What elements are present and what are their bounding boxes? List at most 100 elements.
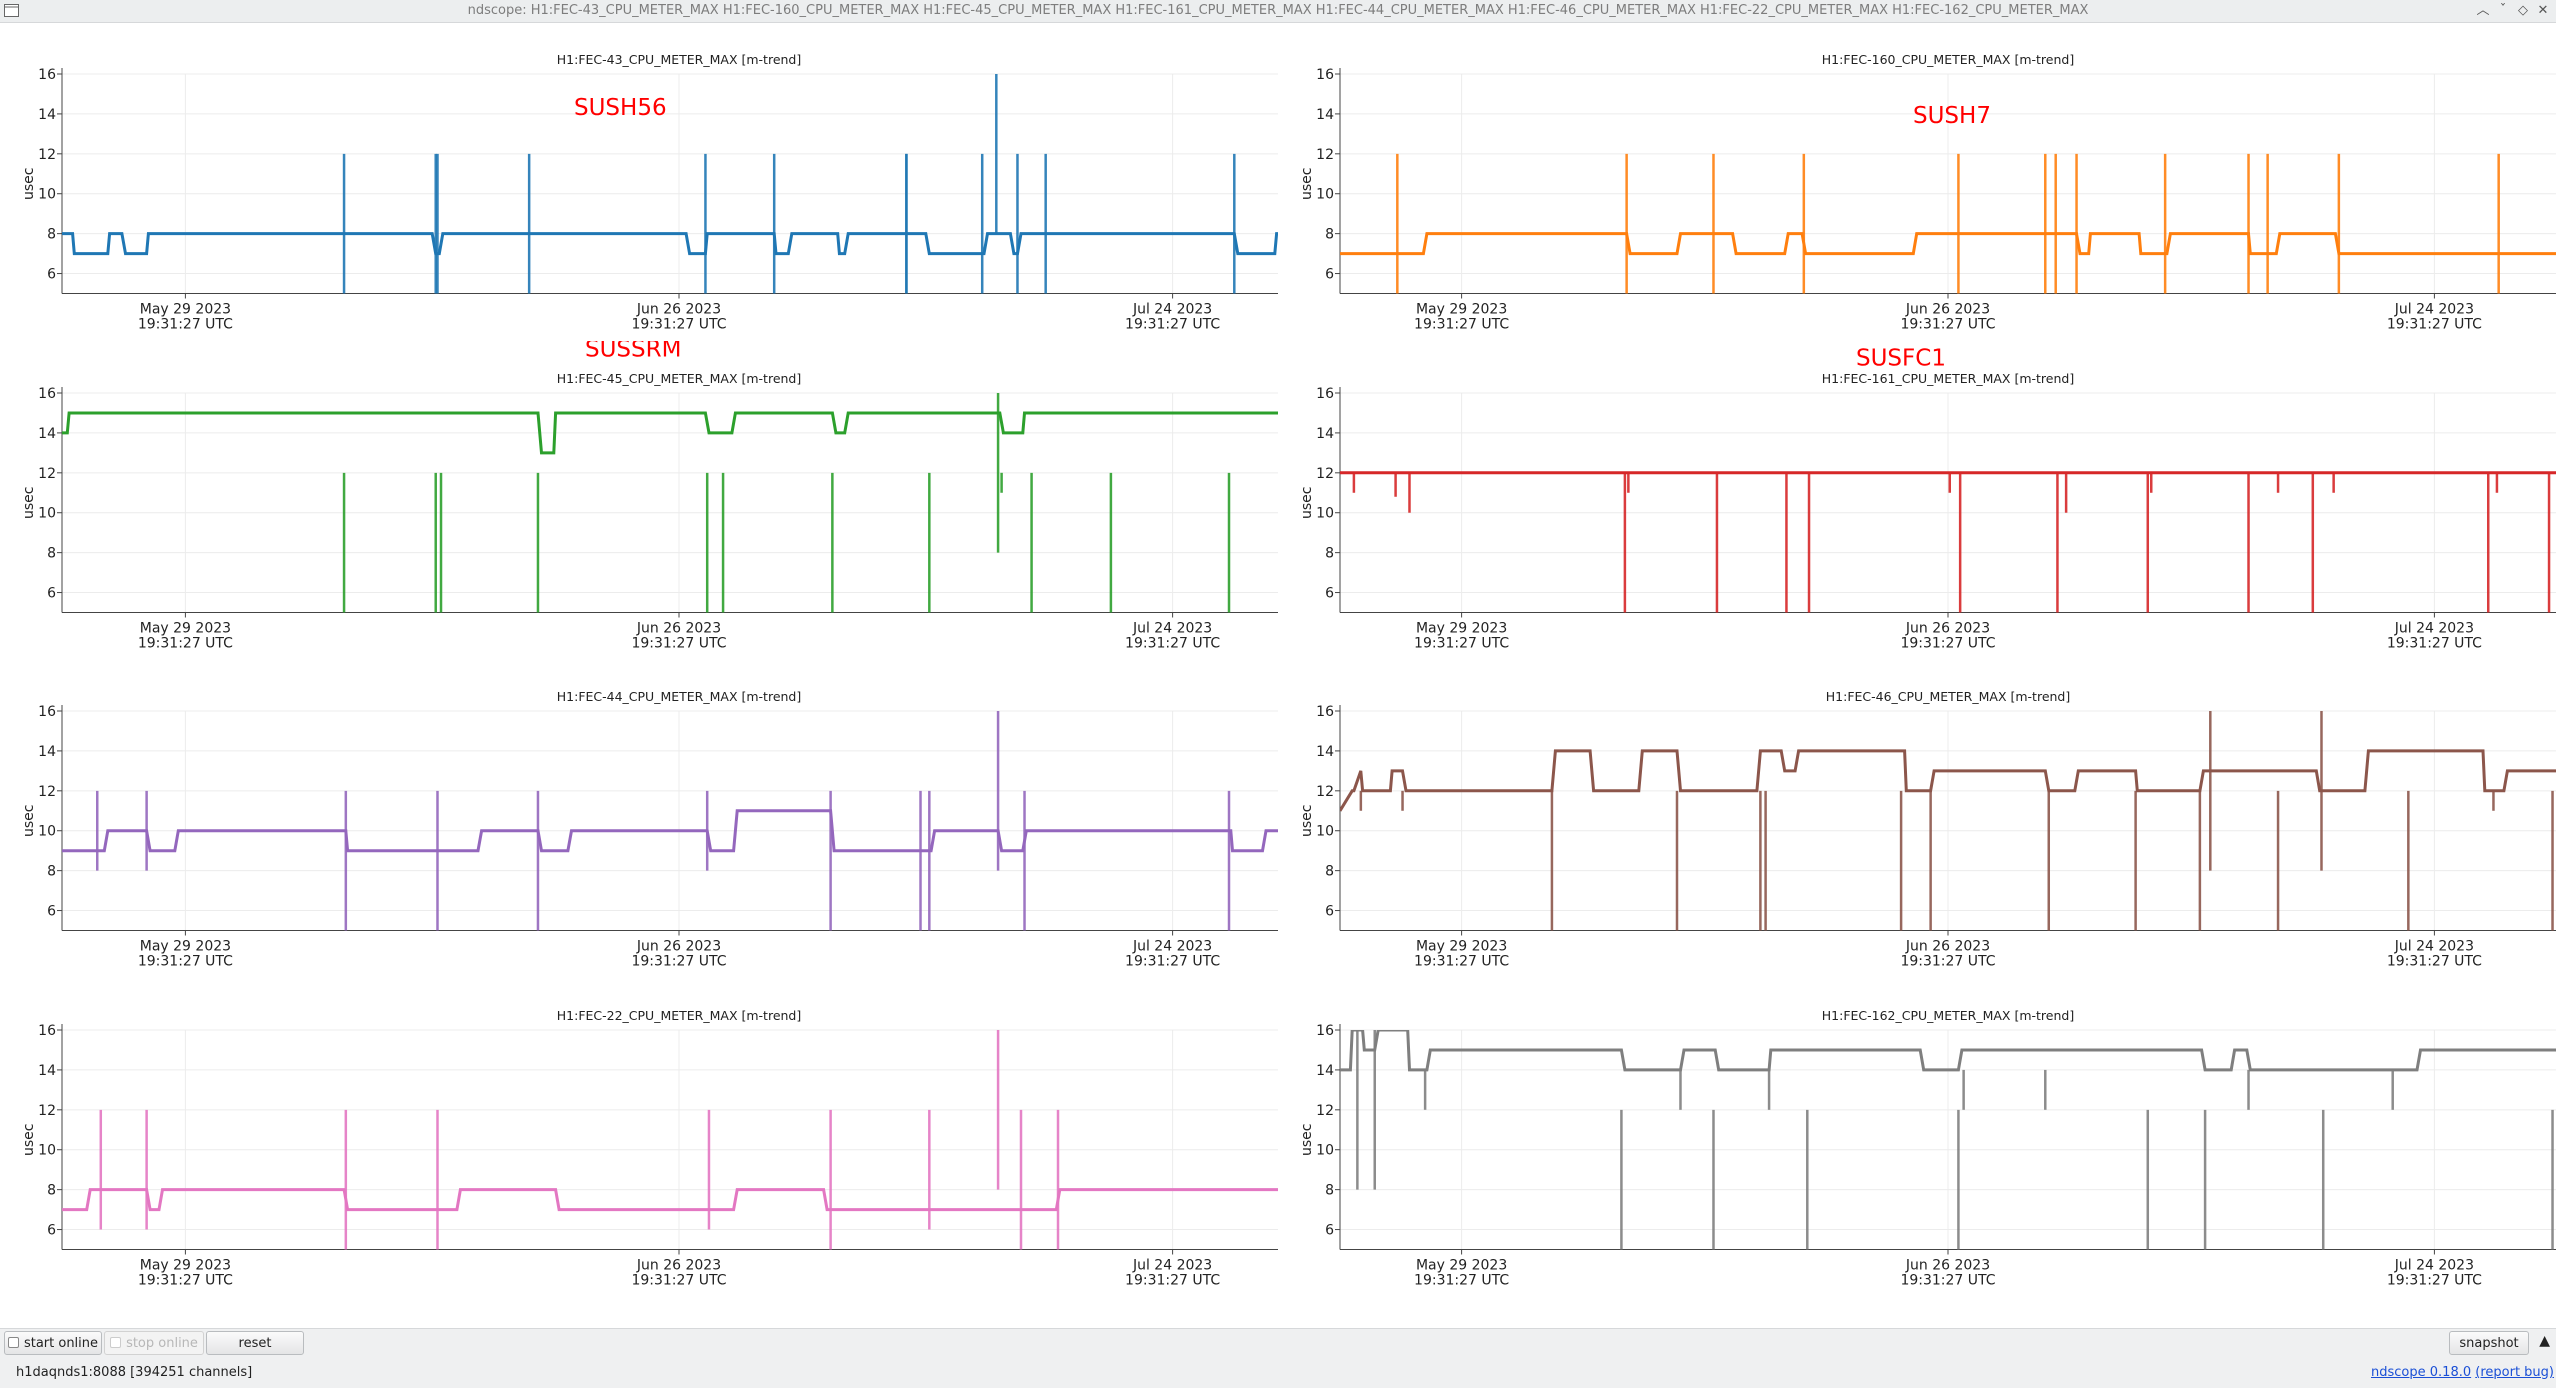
start-icon (7, 1337, 19, 1348)
reset-label: reset (238, 1336, 272, 1351)
y-tick-label: 16 (1316, 1023, 1334, 1039)
y-tick-label: 10 (38, 187, 56, 203)
x-tick-label: May 29 2023 (1416, 939, 1507, 955)
y-tick-label: 14 (1316, 1062, 1334, 1078)
x-tick-label: Jul 24 2023 (1132, 939, 1212, 955)
y-tick-label: 6 (47, 904, 56, 920)
plot-title: H1:FEC-44_CPU_METER_MAX [m-trend] (557, 689, 802, 704)
y-tick-label: 14 (38, 1062, 56, 1078)
y-tick-label: 12 (38, 1102, 56, 1118)
y-tick-label: 16 (1316, 386, 1334, 402)
plot-title: H1:FEC-161_CPU_METER_MAX [m-trend] (1822, 371, 2074, 386)
y-tick-label: 14 (38, 425, 56, 441)
x-tick-label: Jun 26 2023 (636, 939, 721, 955)
y-tick-label: 16 (1316, 704, 1334, 720)
close-icon[interactable]: ✕ (2534, 2, 2552, 20)
y-tick-label: 14 (38, 744, 56, 760)
series-group (62, 74, 1278, 294)
plot-5: H1:FEC-44_CPU_METER_MAX [m-trend] 6 8 10 12 1… (21, 689, 1278, 970)
y-tick-label: 12 (1316, 784, 1334, 800)
stop-online-label: stop online (126, 1336, 198, 1351)
y-axis-label: usec (1299, 1123, 1315, 1155)
plot-8: H1:FEC-162_CPU_METER_MAX [m-trend] 6 8 10 12… (1299, 1008, 2556, 1288)
series-annotation: SUSH7 (1913, 103, 1991, 129)
y-tick-label: 8 (1325, 545, 1334, 561)
x-tick-label: Jun 26 2023 (1905, 939, 1990, 955)
collapse-arrow-icon[interactable]: ▲ (2539, 1333, 2550, 1349)
snapshot-button[interactable]: snapshot (2449, 1331, 2529, 1355)
start-online-button[interactable]: start online (4, 1331, 102, 1355)
y-tick-label: 6 (1325, 904, 1334, 920)
y-tick-label: 8 (1325, 227, 1334, 243)
x-tick-label: Jul 24 2023 (2394, 939, 2474, 955)
y-axis-label: usec (1299, 486, 1315, 518)
chevron-up-icon[interactable]: ︿ (2474, 2, 2492, 20)
control-bar (0, 1328, 2556, 1388)
y-tick-label: 12 (38, 784, 56, 800)
y-tick-label: 10 (1316, 1142, 1334, 1158)
plot-title: H1:FEC-162_CPU_METER_MAX [m-trend] (1822, 1008, 2074, 1023)
plot-title: H1:FEC-160_CPU_METER_MAX [m-trend] (1822, 52, 2074, 67)
window-titlebar: ndscope: H1:FEC-43_CPU_METER_MAX H1:FEC-… (0, 0, 2556, 23)
x-tick-label: May 29 2023 (1416, 302, 1507, 318)
y-tick-label: 8 (47, 864, 56, 880)
y-tick-label: 16 (38, 67, 56, 83)
y-tick-label: 8 (47, 545, 56, 561)
reset-button[interactable]: reset (206, 1331, 304, 1355)
y-tick-label: 14 (1316, 425, 1334, 441)
plot-title: H1:FEC-43_CPU_METER_MAX [m-trend] (557, 52, 802, 67)
x-tick-label: Jul 24 2023 (2394, 1257, 2474, 1273)
series-group (62, 1029, 1278, 1249)
x-tick-label: Jun 26 2023 (1905, 620, 1990, 636)
snapshot-label: snapshot (2459, 1336, 2519, 1351)
x-tick-label: May 29 2023 (140, 1257, 231, 1273)
x-tick-label: Jun 26 2023 (636, 1257, 721, 1273)
y-tick-label: 6 (47, 1222, 56, 1238)
x-tick-label: May 29 2023 (1416, 620, 1507, 636)
y-tick-label: 10 (1316, 824, 1334, 840)
x-tick-label: May 29 2023 (140, 302, 231, 318)
y-tick-label: 16 (38, 386, 56, 402)
x-tick-label: May 29 2023 (140, 620, 231, 636)
y-tick-label: 8 (47, 227, 56, 243)
x-tick-label: Jul 24 2023 (2394, 620, 2474, 636)
plot-2: H1:FEC-160_CPU_METER_MAX [m-trend] 6 8 10 12… (1299, 52, 2556, 333)
x-tick-label: Jun 26 2023 (636, 620, 721, 636)
stop-icon (110, 1337, 122, 1348)
series-line (62, 232, 1278, 256)
stop-online-button: stop online (104, 1331, 204, 1355)
plot-title: H1:FEC-46_CPU_METER_MAX [m-trend] (1826, 689, 2071, 704)
y-tick-label: 14 (1316, 744, 1334, 760)
plot-1: H1:FEC-43_CPU_METER_MAX [m-trend] 6 8 10 12 1… (21, 52, 1278, 333)
plot-title: H1:FEC-45_CPU_METER_MAX [m-trend] (557, 371, 802, 386)
y-axis-label: usec (21, 486, 37, 518)
series-annotation: SUSFC1 (1856, 345, 1946, 371)
series-group (62, 711, 1278, 931)
maximize-icon[interactable]: ◇ (2514, 2, 2532, 20)
x-tick-label: Jun 26 2023 (636, 302, 721, 318)
series-annotation: SUSH56 (574, 95, 667, 121)
y-tick-label: 6 (1325, 1222, 1334, 1238)
y-tick-label: 14 (1316, 107, 1334, 123)
y-tick-label: 8 (47, 1182, 56, 1198)
y-tick-label: 6 (47, 585, 56, 601)
y-tick-label: 12 (1316, 1102, 1334, 1118)
report-bug-link[interactable]: (report bug) (2475, 1365, 2554, 1380)
version-info: ndscope 0.18.0 (report bug) (2371, 1365, 2554, 1380)
x-tick-label: May 29 2023 (1416, 1257, 1507, 1273)
y-tick-label: 10 (38, 824, 56, 840)
x-tick-label: Jun 26 2023 (1905, 1257, 1990, 1273)
plot-6: H1:FEC-46_CPU_METER_MAX [m-trend] 6 8 10 12 1… (1299, 689, 2556, 970)
x-tick-label: Jul 24 2023 (2394, 302, 2474, 318)
plot-7: H1:FEC-22_CPU_METER_MAX [m-trend] 6 8 10 12 1… (21, 1008, 1278, 1288)
x-tick-label: Jul 24 2023 (1132, 620, 1212, 636)
plot-3: H1:FEC-45_CPU_METER_MAX [m-trend] 6 8 10 12 1… (21, 341, 1278, 651)
plot-4: H1:FEC-161_CPU_METER_MAX [m-trend] 6 8 10 12… (1299, 345, 2556, 651)
series-annotation: SUSSRM (585, 341, 681, 363)
y-tick-label: 10 (1316, 187, 1334, 203)
y-tick-label: 10 (1316, 505, 1334, 521)
minimize-icon[interactable]: ˇ (2494, 2, 2512, 20)
version-link[interactable]: ndscope 0.18.0 (2371, 1365, 2471, 1380)
y-tick-label: 16 (38, 1023, 56, 1039)
plot-title: H1:FEC-22_CPU_METER_MAX [m-trend] (557, 1008, 802, 1023)
